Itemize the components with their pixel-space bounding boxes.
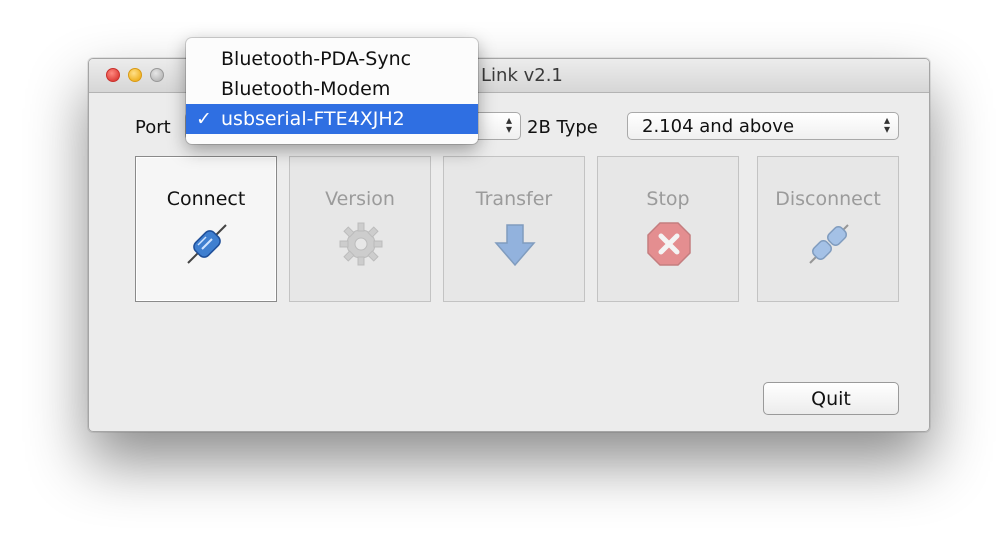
disconnect-button[interactable]: Disconnect [757,156,899,302]
transfer-label: Transfer [475,188,553,210]
stepper-arrows-icon: ▴ ▾ [883,113,890,136]
menu-item-label: Bluetooth-Modem [221,78,391,100]
menu-item-bluetooth-modem[interactable]: Bluetooth-Modem [186,74,478,104]
minimize-window-button[interactable] [128,68,142,82]
checkmark-icon: ✓ [196,108,212,130]
transfer-button[interactable]: Transfer [443,156,585,302]
down-arrow-icon [494,224,536,267]
port-dropdown-menu: Bluetooth-PDA-Sync Bluetooth-Modem ✓ usb… [186,38,478,144]
plug-connect-icon [187,224,227,264]
2b-type-value: 2.104 and above [642,116,795,137]
close-window-button[interactable] [106,68,120,82]
2b-type-select[interactable]: 2.104 and above ▴ ▾ [627,112,899,140]
plug-disconnect-icon [809,224,849,264]
menu-item-label: Bluetooth-PDA-Sync [221,48,412,70]
gear-icon [339,222,383,266]
disconnect-label: Disconnect [775,188,881,210]
2b-type-label: 2B Type [527,117,598,138]
stop-label: Stop [646,188,690,210]
stepper-arrows-icon: ▴ ▾ [505,113,512,136]
menu-item-label: usbserial-FTE4XJH2 [221,108,405,130]
menu-item-usbserial[interactable]: ✓ usbserial-FTE4XJH2 [186,104,478,134]
connect-button[interactable]: Connect [135,156,277,302]
version-label: Version [325,188,395,210]
port-label: Port [135,117,171,138]
stop-sign-icon [647,222,691,266]
stop-button[interactable]: Stop [597,156,739,302]
zoom-window-button[interactable] [150,68,164,82]
quit-button[interactable]: Quit [763,382,899,415]
menu-item-bluetooth-pda-sync[interactable]: Bluetooth-PDA-Sync [186,44,478,74]
connect-label: Connect [166,188,246,210]
version-button[interactable]: Version [289,156,431,302]
